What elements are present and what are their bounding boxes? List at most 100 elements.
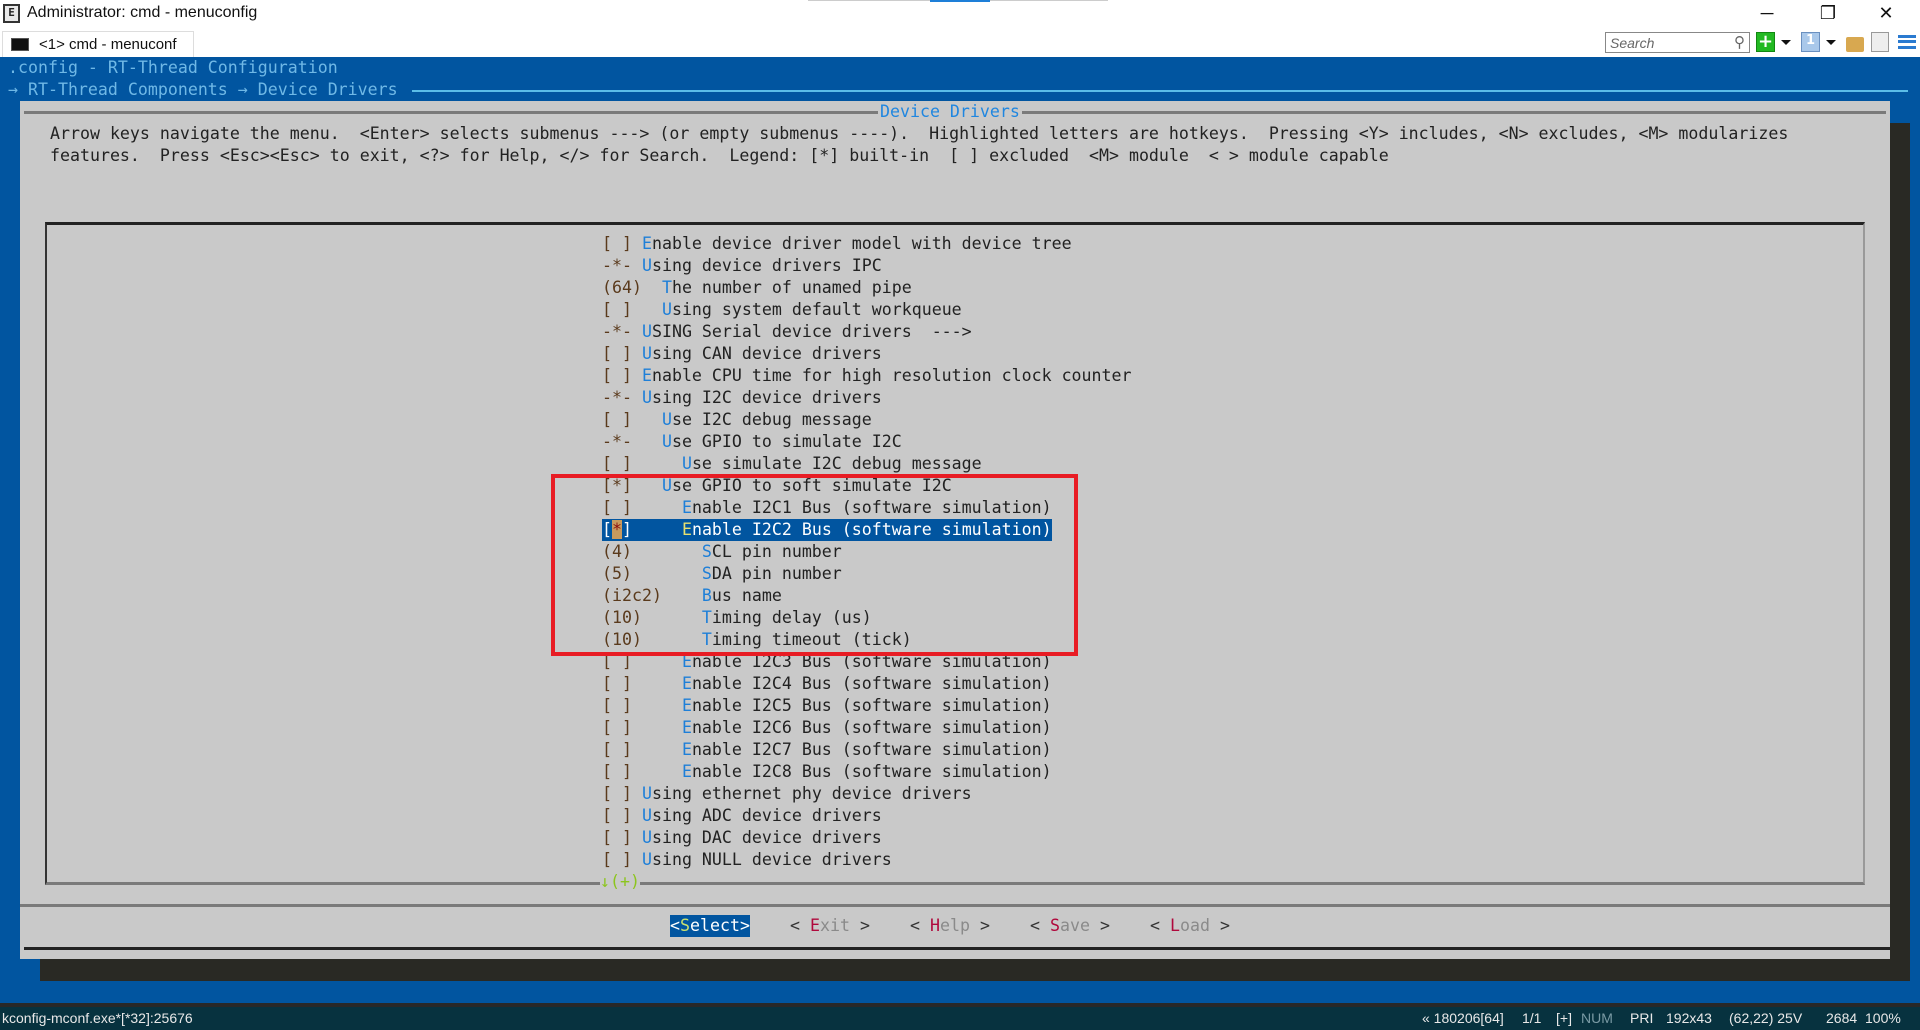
button-help[interactable]: < Help >: [910, 915, 990, 937]
item-prefix: [ ]: [602, 300, 662, 319]
item-label: sing ethernet phy device drivers: [651, 784, 972, 803]
tab-bar: <1> cmd - menuconf Search ⚲ + 1: [0, 27, 1920, 57]
annotation-highlight-box: [551, 474, 1078, 656]
item-prefix: (64): [602, 278, 662, 297]
button-exit[interactable]: < Exit >: [790, 915, 870, 937]
item-label: sing device drivers IPC: [651, 256, 882, 275]
item-prefix: [ ]: [602, 828, 642, 847]
hotkey-letter: U: [641, 388, 652, 407]
hotkey-letter: U: [641, 256, 652, 275]
hotkey-letter: E: [641, 366, 652, 385]
item-prefix: -*-: [602, 322, 642, 341]
status-size: 192x43: [1666, 1010, 1712, 1026]
hotkey-letter: U: [681, 454, 692, 473]
button-save[interactable]: < Save >: [1030, 915, 1110, 937]
menu-item[interactable]: [ ] Using ethernet phy device drivers: [602, 783, 972, 805]
item-label: sing NULL device drivers: [651, 850, 892, 869]
item-label: nable I2C4 Bus (software simulation): [691, 674, 1052, 693]
button-hot: E: [809, 916, 820, 935]
item-prefix: [ ]: [602, 850, 642, 869]
hotkey-letter: E: [641, 234, 652, 253]
lock-icon[interactable]: [1846, 37, 1864, 52]
menu-item[interactable]: [ ] Enable I2C4 Bus (software simulation…: [602, 673, 1052, 695]
button-separator: [20, 904, 1890, 907]
new-console-icon[interactable]: +: [1756, 32, 1775, 52]
status-zoom: 100%: [1865, 1010, 1901, 1026]
item-prefix: -*-: [602, 256, 642, 275]
item-label: nable I2C8 Bus (software simulation): [691, 762, 1052, 781]
status-pid: 2684: [1826, 1010, 1858, 1026]
menu-item[interactable]: [ ] Enable device driver model with devi…: [602, 233, 1072, 255]
app-icon[interactable]: E: [3, 4, 20, 23]
tab-label: <1> cmd - menuconf: [39, 36, 177, 53]
hotkey-letter: E: [681, 762, 692, 781]
hotkey-letter: T: [661, 278, 672, 297]
button-hot: H: [929, 916, 940, 935]
dialog-shadow: [40, 959, 1910, 981]
menu-item[interactable]: [ ] Enable I2C6 Bus (software simulation…: [602, 717, 1052, 739]
button-post: >: [849, 916, 870, 935]
button-pre: <: [910, 916, 930, 935]
window-title: Administrator: cmd - menuconfig: [27, 4, 258, 21]
more-items-indicator: ↓(+): [600, 871, 640, 893]
button-pre: <: [1030, 916, 1050, 935]
console-list-icon[interactable]: 1: [1801, 32, 1820, 52]
menu-item[interactable]: -*- Using I2C device drivers: [602, 387, 882, 409]
menu-item[interactable]: [ ] Using DAC device drivers: [602, 827, 882, 849]
hotkey-letter: U: [661, 300, 672, 319]
hotkey-letter: U: [641, 344, 652, 363]
item-label: sing ADC device drivers: [651, 806, 882, 825]
panel-icon[interactable]: [1871, 32, 1889, 52]
search-input[interactable]: Search ⚲: [1605, 32, 1750, 53]
search-icon[interactable]: ⚲: [1734, 33, 1745, 51]
menu-item[interactable]: [ ] Using system default workqueue: [602, 299, 962, 321]
menu-icon[interactable]: [1898, 35, 1916, 49]
menu-item[interactable]: -*- Using device drivers IPC: [602, 255, 882, 277]
hotkey-letter: E: [681, 740, 692, 759]
button-load[interactable]: < Load >: [1150, 915, 1230, 937]
menu-item[interactable]: -*- Use GPIO to simulate I2C: [602, 431, 902, 453]
item-prefix: [ ]: [602, 806, 642, 825]
menu-item[interactable]: (64) The number of unamed pipe: [602, 277, 912, 299]
menu-item[interactable]: [ ] Using ADC device drivers: [602, 805, 882, 827]
menu-item[interactable]: [ ] Use I2C debug message: [602, 409, 872, 431]
item-prefix: [ ]: [602, 366, 642, 385]
menu-item[interactable]: [ ] Enable CPU time for high resolution …: [602, 365, 1132, 387]
hotkey-letter: E: [681, 674, 692, 693]
help-text-line: features. Press <Esc><Esc> to exit, <?> …: [50, 146, 1389, 165]
config-title: .config - RT-Thread Configuration: [8, 58, 338, 77]
item-prefix: [ ]: [602, 234, 642, 253]
item-label: se simulate I2C debug message: [691, 454, 982, 473]
minimize-icon[interactable]: ─: [1752, 3, 1782, 24]
hotkey-letter: U: [661, 410, 672, 429]
hotkey-letter: U: [641, 322, 652, 341]
button-hot: L: [1169, 916, 1180, 935]
menu-item[interactable]: [ ] Enable I2C8 Bus (software simulation…: [602, 761, 1052, 783]
button-post: >: [969, 916, 990, 935]
dropdown-arrow-icon[interactable]: [1781, 40, 1791, 45]
close-icon[interactable]: ✕: [1871, 3, 1901, 24]
menu-item[interactable]: -*- USING Serial device drivers --->: [602, 321, 972, 343]
hotkey-letter: E: [681, 696, 692, 715]
item-prefix: [ ]: [602, 696, 682, 715]
hotkey-letter: U: [641, 850, 652, 869]
item-label: nable CPU time for high resolution clock…: [651, 366, 1132, 385]
button-select[interactable]: <Select>: [670, 915, 750, 937]
console-tab[interactable]: <1> cmd - menuconf: [2, 31, 194, 57]
item-prefix: [ ]: [602, 740, 682, 759]
status-num: NUM: [1581, 1010, 1613, 1026]
menu-item[interactable]: [ ] Enable I2C7 Bus (software simulation…: [602, 739, 1052, 761]
item-label: se GPIO to simulate I2C: [671, 432, 902, 451]
restore-icon[interactable]: ❐: [1813, 3, 1843, 24]
dialog-title: Device Drivers: [878, 101, 1022, 123]
menu-item[interactable]: [ ] Using CAN device drivers: [602, 343, 882, 365]
menu-item[interactable]: [ ] Using NULL device drivers: [602, 849, 892, 871]
button-pre: <: [670, 916, 680, 935]
menu-item[interactable]: [ ] Use simulate I2C debug message: [602, 453, 982, 475]
button-post: >: [739, 916, 750, 935]
menu-item[interactable]: [ ] Enable I2C5 Bus (software simulation…: [602, 695, 1052, 717]
dropdown-arrow-icon[interactable]: [1826, 40, 1836, 45]
button-rest: elp: [939, 916, 970, 935]
status-process: kconfig-mconf.exe*[*32]:25676: [2, 1010, 193, 1026]
item-label: nable I2C6 Bus (software simulation): [691, 718, 1052, 737]
